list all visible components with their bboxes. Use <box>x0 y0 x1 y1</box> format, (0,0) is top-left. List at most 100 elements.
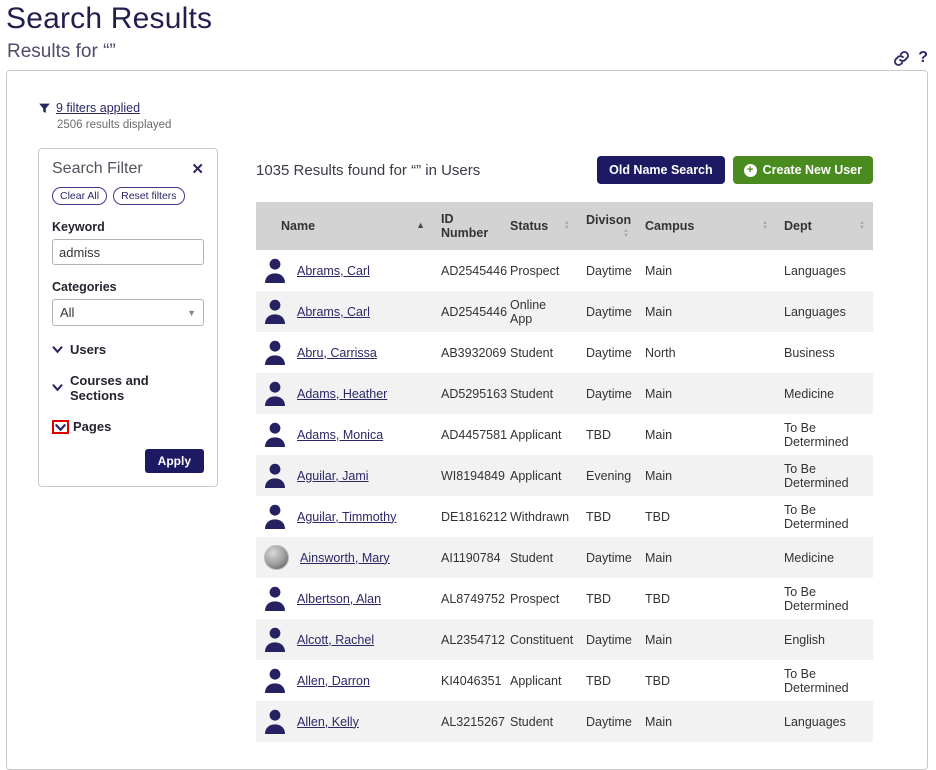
cell-dept: To Be Determined <box>776 660 873 701</box>
table-row: Adams, Monica AD4457581 Applicant TBD Ma… <box>256 414 873 455</box>
page-title: Search Results <box>6 2 936 36</box>
cell-dept: Business <box>776 332 873 373</box>
cell-id: AB3932069 <box>433 332 502 373</box>
chevron-down-icon <box>55 423 66 432</box>
cell-campus: Main <box>637 455 776 496</box>
table-row: Allen, Kelly AL3215267 Student Daytime M… <box>256 701 873 742</box>
user-avatar <box>264 627 286 652</box>
table-row: Ainsworth, Mary AI1190784 Student Daytim… <box>256 537 873 578</box>
table-header-row: Name ▲ ID Number Status ▲▼ Divison ▲▼ <box>256 202 873 250</box>
cell-id: AD2545446 <box>433 291 502 332</box>
table-row: Abrams, Carl AD2545446 Prospect Daytime … <box>256 250 873 291</box>
table-row: Aguilar, Timmothy DE1816212 Withdrawn TB… <box>256 496 873 537</box>
cell-status: Student <box>502 701 578 742</box>
old-name-search-button[interactable]: Old Name Search <box>597 156 725 184</box>
categories-select[interactable]: All ▼ <box>52 299 204 326</box>
cell-status: Student <box>502 373 578 414</box>
cell-campus: Main <box>637 373 776 414</box>
user-name-link[interactable]: Alcott, Rachel <box>297 633 374 647</box>
plus-icon: + <box>744 164 757 177</box>
search-filter-panel: Search Filter ✕ Clear All Reset filters … <box>38 148 218 487</box>
table-row: Allen, Darron KI4046351 Applicant TBD TB… <box>256 660 873 701</box>
table-row: Abrams, Carl AD2545446 Online App Daytim… <box>256 291 873 332</box>
user-avatar <box>264 545 289 570</box>
filters-applied-link[interactable]: 9 filters applied <box>56 101 140 115</box>
clear-all-button[interactable]: Clear All <box>52 187 107 205</box>
column-header-division[interactable]: Divison ▲▼ <box>578 202 637 250</box>
user-avatar <box>264 299 286 324</box>
user-name-link[interactable]: Ainsworth, Mary <box>300 551 390 565</box>
results-displayed-text: 2506 results displayed <box>57 119 873 131</box>
create-new-user-label: Create New User <box>763 163 862 177</box>
user-avatar <box>264 258 286 283</box>
filter-section-label: Users <box>70 342 106 357</box>
filter-section-label: Pages <box>73 419 111 434</box>
column-header-id-number[interactable]: ID Number <box>433 202 502 250</box>
table-row: Alcott, Rachel AL2354712 Constituent Day… <box>256 619 873 660</box>
results-table: Name ▲ ID Number Status ▲▼ Divison ▲▼ <box>256 202 873 742</box>
filter-section-users[interactable]: Users <box>52 342 204 357</box>
cell-division: Daytime <box>578 250 637 291</box>
cell-id: AD2545446 <box>433 250 502 291</box>
cell-id: AD5295163 <box>433 373 502 414</box>
categories-selected-value: All <box>60 305 74 320</box>
user-name-link[interactable]: Albertson, Alan <box>297 592 381 606</box>
cell-status: Student <box>502 537 578 578</box>
table-row: Aguilar, Jami WI8194849 Applicant Evenin… <box>256 455 873 496</box>
cell-status: Applicant <box>502 414 578 455</box>
results-summary: 1035 Results found for “” in Users <box>256 162 480 179</box>
cell-campus: TBD <box>637 496 776 537</box>
user-name-link[interactable]: Adams, Heather <box>297 387 387 401</box>
cell-status: Prospect <box>502 250 578 291</box>
cell-status: Online App <box>502 291 578 332</box>
cell-id: WI8194849 <box>433 455 502 496</box>
user-name-link[interactable]: Aguilar, Jami <box>297 469 369 483</box>
cell-division: Evening <box>578 455 637 496</box>
help-icon[interactable]: ? <box>918 49 928 67</box>
cell-id: KI4046351 <box>433 660 502 701</box>
keyword-input[interactable] <box>52 239 204 265</box>
column-header-dept[interactable]: Dept ▲▼ <box>776 202 873 250</box>
column-header-campus[interactable]: Campus ▲▼ <box>637 202 776 250</box>
cell-status: Prospect <box>502 578 578 619</box>
table-row: Adams, Heather AD5295163 Student Daytime… <box>256 373 873 414</box>
page-subtitle: Results for “” <box>7 41 936 63</box>
cell-campus: Main <box>637 537 776 578</box>
apply-button[interactable]: Apply <box>145 449 204 473</box>
chevron-down-icon: ▼ <box>187 308 196 318</box>
close-icon[interactable]: ✕ <box>191 162 204 177</box>
cell-campus: Main <box>637 414 776 455</box>
column-header-status[interactable]: Status ▲▼ <box>502 202 578 250</box>
reset-filters-button[interactable]: Reset filters <box>113 187 184 205</box>
table-row: Albertson, Alan AL8749752 Prospect TBD T… <box>256 578 873 619</box>
filter-funnel-icon <box>38 102 51 115</box>
user-name-link[interactable]: Allen, Darron <box>297 674 370 688</box>
create-new-user-button[interactable]: + Create New User <box>733 156 873 184</box>
cell-campus: Main <box>637 701 776 742</box>
user-avatar <box>264 463 286 488</box>
user-name-link[interactable]: Adams, Monica <box>297 428 383 442</box>
filter-section-pages[interactable]: Pages <box>52 419 204 434</box>
cell-dept: Medicine <box>776 373 873 414</box>
sort-icon: ▲▼ <box>859 221 865 231</box>
cell-campus: Main <box>637 250 776 291</box>
user-name-link[interactable]: Aguilar, Timmothy <box>297 510 396 524</box>
cell-division: Daytime <box>578 619 637 660</box>
column-header-name[interactable]: Name ▲ <box>256 202 433 250</box>
user-name-link[interactable]: Abru, Carrissa <box>297 346 377 360</box>
permalink-icon[interactable] <box>893 50 910 67</box>
user-avatar <box>264 668 286 693</box>
user-name-link[interactable]: Allen, Kelly <box>297 715 359 729</box>
user-name-link[interactable]: Abrams, Carl <box>297 264 370 278</box>
cell-status: Applicant <box>502 660 578 701</box>
filter-section-courses[interactable]: Courses and Sections <box>52 373 204 403</box>
results-table-body: Abrams, Carl AD2545446 Prospect Daytime … <box>256 250 873 742</box>
cell-campus: TBD <box>637 660 776 701</box>
results-area: 1035 Results found for “” in Users Old N… <box>256 148 873 742</box>
cell-id: AD4457581 <box>433 414 502 455</box>
cell-id: DE1816212 <box>433 496 502 537</box>
keyword-label: Keyword <box>52 220 204 234</box>
user-name-link[interactable]: Abrams, Carl <box>297 305 370 319</box>
cell-status: Withdrawn <box>502 496 578 537</box>
filter-panel-title: Search Filter <box>52 160 143 178</box>
